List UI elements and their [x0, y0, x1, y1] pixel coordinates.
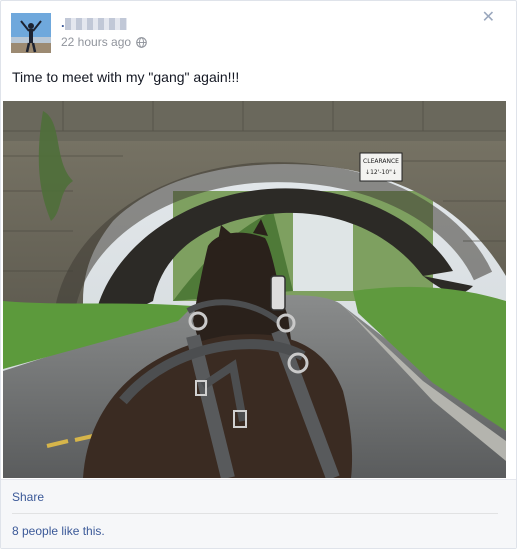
- timestamp[interactable]: 22 hours ago: [61, 35, 131, 49]
- likes-divider: [12, 513, 498, 514]
- post-card: . 22 hours ago ✕ Time to meet with my "g…: [0, 0, 517, 549]
- post-message: Time to meet with my "gang" again!!!: [12, 69, 240, 85]
- post-photo[interactable]: CLEARANCE ↓12'-10"↓: [3, 101, 506, 478]
- svg-text:CLEARANCE: CLEARANCE: [363, 158, 399, 165]
- author-name-redaction: [65, 18, 127, 30]
- post-meta: 22 hours ago: [61, 35, 147, 49]
- likes-count[interactable]: 8 people like this.: [12, 524, 105, 538]
- avatar[interactable]: [11, 13, 51, 53]
- globe-icon[interactable]: [136, 36, 147, 48]
- post-footer: Share 8 people like this.: [1, 480, 516, 548]
- share-button[interactable]: Share: [12, 490, 44, 504]
- close-icon[interactable]: ✕: [482, 10, 495, 26]
- svg-text:↓12'-10"↓: ↓12'-10"↓: [365, 169, 397, 176]
